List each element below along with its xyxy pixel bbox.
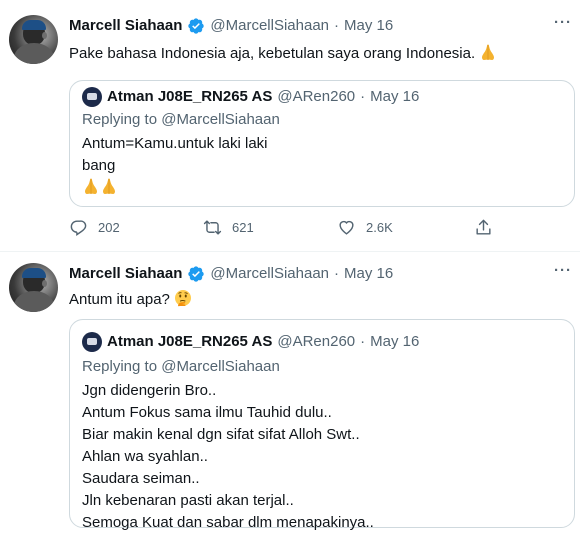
tweet-date[interactable]: May 16 [344,16,393,36]
tweet-text-content: Antum itu apa? [69,291,170,308]
quote-avatar [82,87,102,107]
replying-to: Replying to @MarcellSiahaan [82,358,280,375]
verified-badge-icon [188,18,205,34]
quote-text: Antum=Kamu.untuk laki laki bang [82,133,268,199]
quote-author-name: Atman J08E_RN265 AS [107,333,273,350]
tweet-header: Marcell Siahaan @MarcellSiahaan · May 16 [69,16,393,36]
quoted-tweet[interactable]: Atman J08E_RN265 AS @ARen260 · May 16 Re… [69,80,575,207]
like-button[interactable]: 2.6K [337,218,393,237]
quote-date: May 16 [370,88,420,105]
heart-icon [339,220,354,235]
quote-line: Saudara seiman.. [82,470,200,487]
tweet[interactable]: Marcell Siahaan @MarcellSiahaan · May 16… [0,0,580,252]
quote-avatar [82,332,102,352]
more-options-icon[interactable]: ··· [554,14,572,31]
separator-dot: · [334,265,340,282]
quote-line: Antum=Kamu.untuk laki laki [82,135,268,152]
tweet-header: Marcell Siahaan @MarcellSiahaan · May 16 [69,264,393,284]
reply-icon [70,220,87,236]
quote-line: bang [82,157,116,174]
quote-emoji-line [82,177,268,199]
quote-line: Biar makin kenal dgn sifat sifat Alloh S… [82,426,360,443]
quote-line: Ahlan wa syahlan.. [82,448,208,465]
quote-date: May 16 [370,333,420,350]
folded-hands-icon [482,44,495,60]
separator-dot: · [360,333,366,350]
reply-count: 202 [98,220,120,235]
share-button[interactable] [474,218,493,237]
separator-dot: · [360,88,366,105]
author-name[interactable]: Marcell Siahaan [69,16,182,36]
verified-badge-icon [188,266,205,282]
like-count: 2.6K [366,220,393,235]
retweet-count: 621 [232,220,254,235]
tweet-text: Pake bahasa Indonesia aja, kebetulan say… [69,43,497,64]
quote-author-handle: @ARen260 [277,333,356,350]
tweet-text: Antum itu apa? [69,289,192,310]
quote-line: Antum Fokus sama ilmu Tauhid dulu.. [82,404,332,421]
avatar[interactable] [9,15,58,64]
author-handle[interactable]: @MarcellSiahaan [210,264,329,284]
avatar[interactable] [9,263,58,312]
tweet[interactable]: Marcell Siahaan @MarcellSiahaan · May 16… [0,252,580,534]
retweet-icon [203,220,222,235]
tweet-date[interactable]: May 16 [344,264,393,284]
quote-text: Jgn didengerin Bro.. Antum Fokus sama il… [82,380,374,534]
share-icon [476,219,491,235]
quote-author-handle: @ARen260 [277,88,356,105]
quote-line: Jgn didengerin Bro.. [82,382,217,399]
separator-dot: · [334,17,340,34]
reply-button[interactable]: 202 [69,218,120,237]
author-handle[interactable]: @MarcellSiahaan [210,16,329,36]
quote-line: Jln kebenaran pasti akan terjal.. [82,492,294,509]
more-options-icon[interactable]: ··· [554,262,572,279]
quoted-tweet[interactable]: Atman J08E_RN265 AS @ARen260 · May 16 Re… [69,319,575,531]
quote-line: Semoga Kuat dan sabar dlm menapakinya.. [82,514,374,531]
tweet-actions: 202 621 2.6K [69,218,509,240]
folded-hands-icon [85,178,97,194]
quote-author-name: Atman J08E_RN265 AS [107,88,273,105]
retweet-button[interactable]: 621 [203,218,254,237]
quote-header: Atman J08E_RN265 AS @ARen260 · May 16 [82,332,419,352]
folded-hands-icon [103,178,115,194]
quote-header: Atman J08E_RN265 AS @ARen260 · May 16 [82,87,419,107]
thinking-face-icon [175,290,192,307]
tweet-text-content: Pake bahasa Indonesia aja, kebetulan say… [69,45,476,62]
author-name[interactable]: Marcell Siahaan [69,264,182,284]
replying-to: Replying to @MarcellSiahaan [82,111,280,128]
